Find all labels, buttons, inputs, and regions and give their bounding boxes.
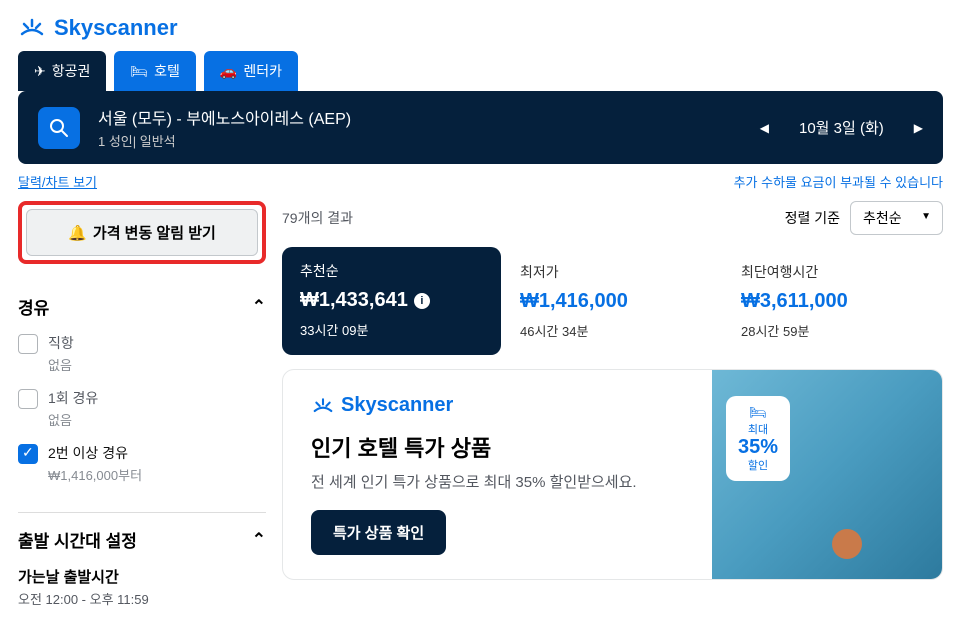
option-twoplus-label: 2번 이상 경유	[48, 443, 142, 463]
logo-sun-icon	[311, 396, 335, 416]
summary-card-fastest[interactable]: 최단여행시간 ₩3,611,000 28시간 59분	[722, 247, 943, 355]
bell-icon: 🔔	[68, 224, 87, 242]
filter-option-onestop[interactable]: 1회 경유 없음	[18, 388, 266, 429]
option-direct-label: 직항	[48, 333, 74, 353]
chevron-up-icon: ⌃	[252, 530, 266, 550]
option-onestop-label: 1회 경유	[48, 388, 98, 408]
promo-description: 전 세계 인기 특가 상품으로 최대 35% 할인받으세요.	[311, 471, 684, 492]
summary-card-cheapest[interactable]: 최저가 ₩1,416,000 46시간 34분	[501, 247, 722, 355]
price-alert-button[interactable]: 🔔 가격 변동 알림 받기	[26, 209, 258, 256]
info-icon[interactable]: i	[414, 293, 430, 309]
bed-icon: 🛏	[130, 63, 148, 80]
checkbox-twoplus[interactable]	[18, 444, 38, 464]
price-alert-highlight: 🔔 가격 변동 알림 받기	[18, 201, 266, 264]
price-alert-label: 가격 변동 알림 받기	[93, 222, 216, 243]
card-fastest-time: 28시간 59분	[741, 321, 924, 340]
summary-cards: 추천순 ₩1,433,641 i 33시간 09분 최저가 ₩1,416,000…	[282, 247, 943, 355]
tab-cars-label: 렌터카	[243, 61, 282, 81]
promo-image: 🛏 최대 35% 할인	[712, 370, 942, 579]
hotel-promo-card: Skyscanner 인기 호텔 특가 상품 전 세계 인기 특가 상품으로 최…	[282, 369, 943, 580]
filter-depart-title: 출발 시간대 설정	[18, 527, 137, 552]
tab-hotels-label: 호텔	[154, 61, 180, 81]
baggage-fee-note: 추가 수하물 요금이 부과될 수 있습니다	[734, 172, 943, 191]
search-summary-bar: 서울 (모두) - 부에노스아이레스 (AEP) 1 성인| 일반석 ◀ 10월…	[18, 91, 943, 164]
filter-stops-title: 경유	[18, 294, 49, 319]
chevron-up-icon: ⌃	[252, 297, 266, 317]
prev-date-arrow[interactable]: ◀	[760, 121, 769, 135]
filter-depart-header[interactable]: 출발 시간대 설정 ⌃	[18, 527, 266, 552]
card-cheapest-title: 최저가	[520, 262, 703, 282]
card-cheapest-price: ₩1,416,000	[520, 290, 703, 313]
checkbox-direct[interactable]	[18, 334, 38, 354]
summary-card-recommended[interactable]: 추천순 ₩1,433,641 i 33시간 09분	[282, 247, 501, 355]
promo-logo: Skyscanner	[311, 394, 684, 417]
search-route: 서울 (모두) - 부에노스아이레스 (AEP)	[98, 105, 742, 129]
filter-option-direct[interactable]: 직항 없음	[18, 333, 266, 374]
promo-logo-text: Skyscanner	[341, 394, 453, 417]
skyscanner-logo[interactable]: Skyscanner	[18, 15, 943, 41]
plane-icon: ✈	[34, 63, 46, 80]
promo-cta-button[interactable]: 특가 상품 확인	[311, 510, 446, 555]
tab-hotels[interactable]: 🛏 호텔	[114, 51, 196, 91]
search-passengers: 1 성인| 일반석	[98, 131, 742, 150]
depart-go-range: 오전 12:00 - 오후 11:59	[18, 589, 266, 608]
depart-go-label: 가는날 출발시간	[18, 566, 266, 587]
filter-stops-header[interactable]: 경유 ⌃	[18, 294, 266, 319]
tab-flights-label: 항공권	[52, 61, 91, 81]
option-twoplus-sub: ₩1,416,000부터	[48, 465, 142, 484]
badge-percent: 35%	[738, 437, 778, 457]
calendar-chart-link[interactable]: 달력/차트 보기	[18, 172, 97, 191]
search-info[interactable]: 서울 (모두) - 부에노스아이레스 (AEP) 1 성인| 일반석	[98, 105, 742, 150]
card-cheapest-time: 46시간 34분	[520, 321, 703, 340]
logo-sun-icon	[18, 16, 46, 40]
badge-bottom-text: 할인	[738, 457, 778, 473]
search-button[interactable]	[38, 107, 80, 149]
filter-depart-time: 출발 시간대 설정 ⌃ 가는날 출발시간 오전 12:00 - 오후 11:59	[18, 513, 266, 622]
discount-badge: 🛏 최대 35% 할인	[726, 396, 790, 481]
sort-select[interactable]: 추천순	[850, 201, 943, 235]
next-date-arrow[interactable]: ▶	[914, 121, 923, 135]
car-icon: 🚗	[220, 63, 237, 80]
result-count: 79개의 결과	[282, 208, 353, 228]
selected-date: 10월 3일 (화)	[799, 117, 884, 138]
results-content: 79개의 결과 정렬 기준 추천순 추천순 ₩1,433,641 i 33시간 …	[282, 201, 943, 622]
product-tabs: ✈ 항공권 🛏 호텔 🚗 렌터카	[0, 51, 961, 91]
date-navigation: ◀ 10월 3일 (화) ▶	[760, 117, 923, 138]
card-fastest-title: 최단여행시간	[741, 262, 924, 282]
checkbox-onestop[interactable]	[18, 389, 38, 409]
search-icon	[49, 118, 69, 138]
badge-top-text: 최대	[738, 421, 778, 437]
card-recommended-price: ₩1,433,641	[300, 289, 408, 312]
card-fastest-price: ₩3,611,000	[741, 290, 924, 313]
option-direct-sub: 없음	[48, 355, 74, 374]
card-recommended-title: 추천순	[300, 261, 483, 281]
filter-option-twoplus[interactable]: 2번 이상 경유 ₩1,416,000부터	[18, 443, 266, 484]
filter-stops: 경유 ⌃ 직항 없음 1회 경유 없음	[18, 280, 266, 513]
bed-icon: 🛏	[738, 404, 778, 421]
card-recommended-time: 33시간 09분	[300, 320, 483, 339]
option-onestop-sub: 없음	[48, 410, 98, 429]
sort-label: 정렬 기준	[785, 208, 840, 228]
promo-title: 인기 호텔 특가 상품	[311, 431, 684, 463]
tab-flights[interactable]: ✈ 항공권	[18, 51, 106, 91]
filters-sidebar: 🔔 가격 변동 알림 받기 경유 ⌃ 직항 없음	[18, 201, 266, 622]
logo-text: Skyscanner	[54, 15, 178, 41]
promo-decoration	[832, 529, 862, 559]
tab-cars[interactable]: 🚗 렌터카	[204, 51, 298, 91]
